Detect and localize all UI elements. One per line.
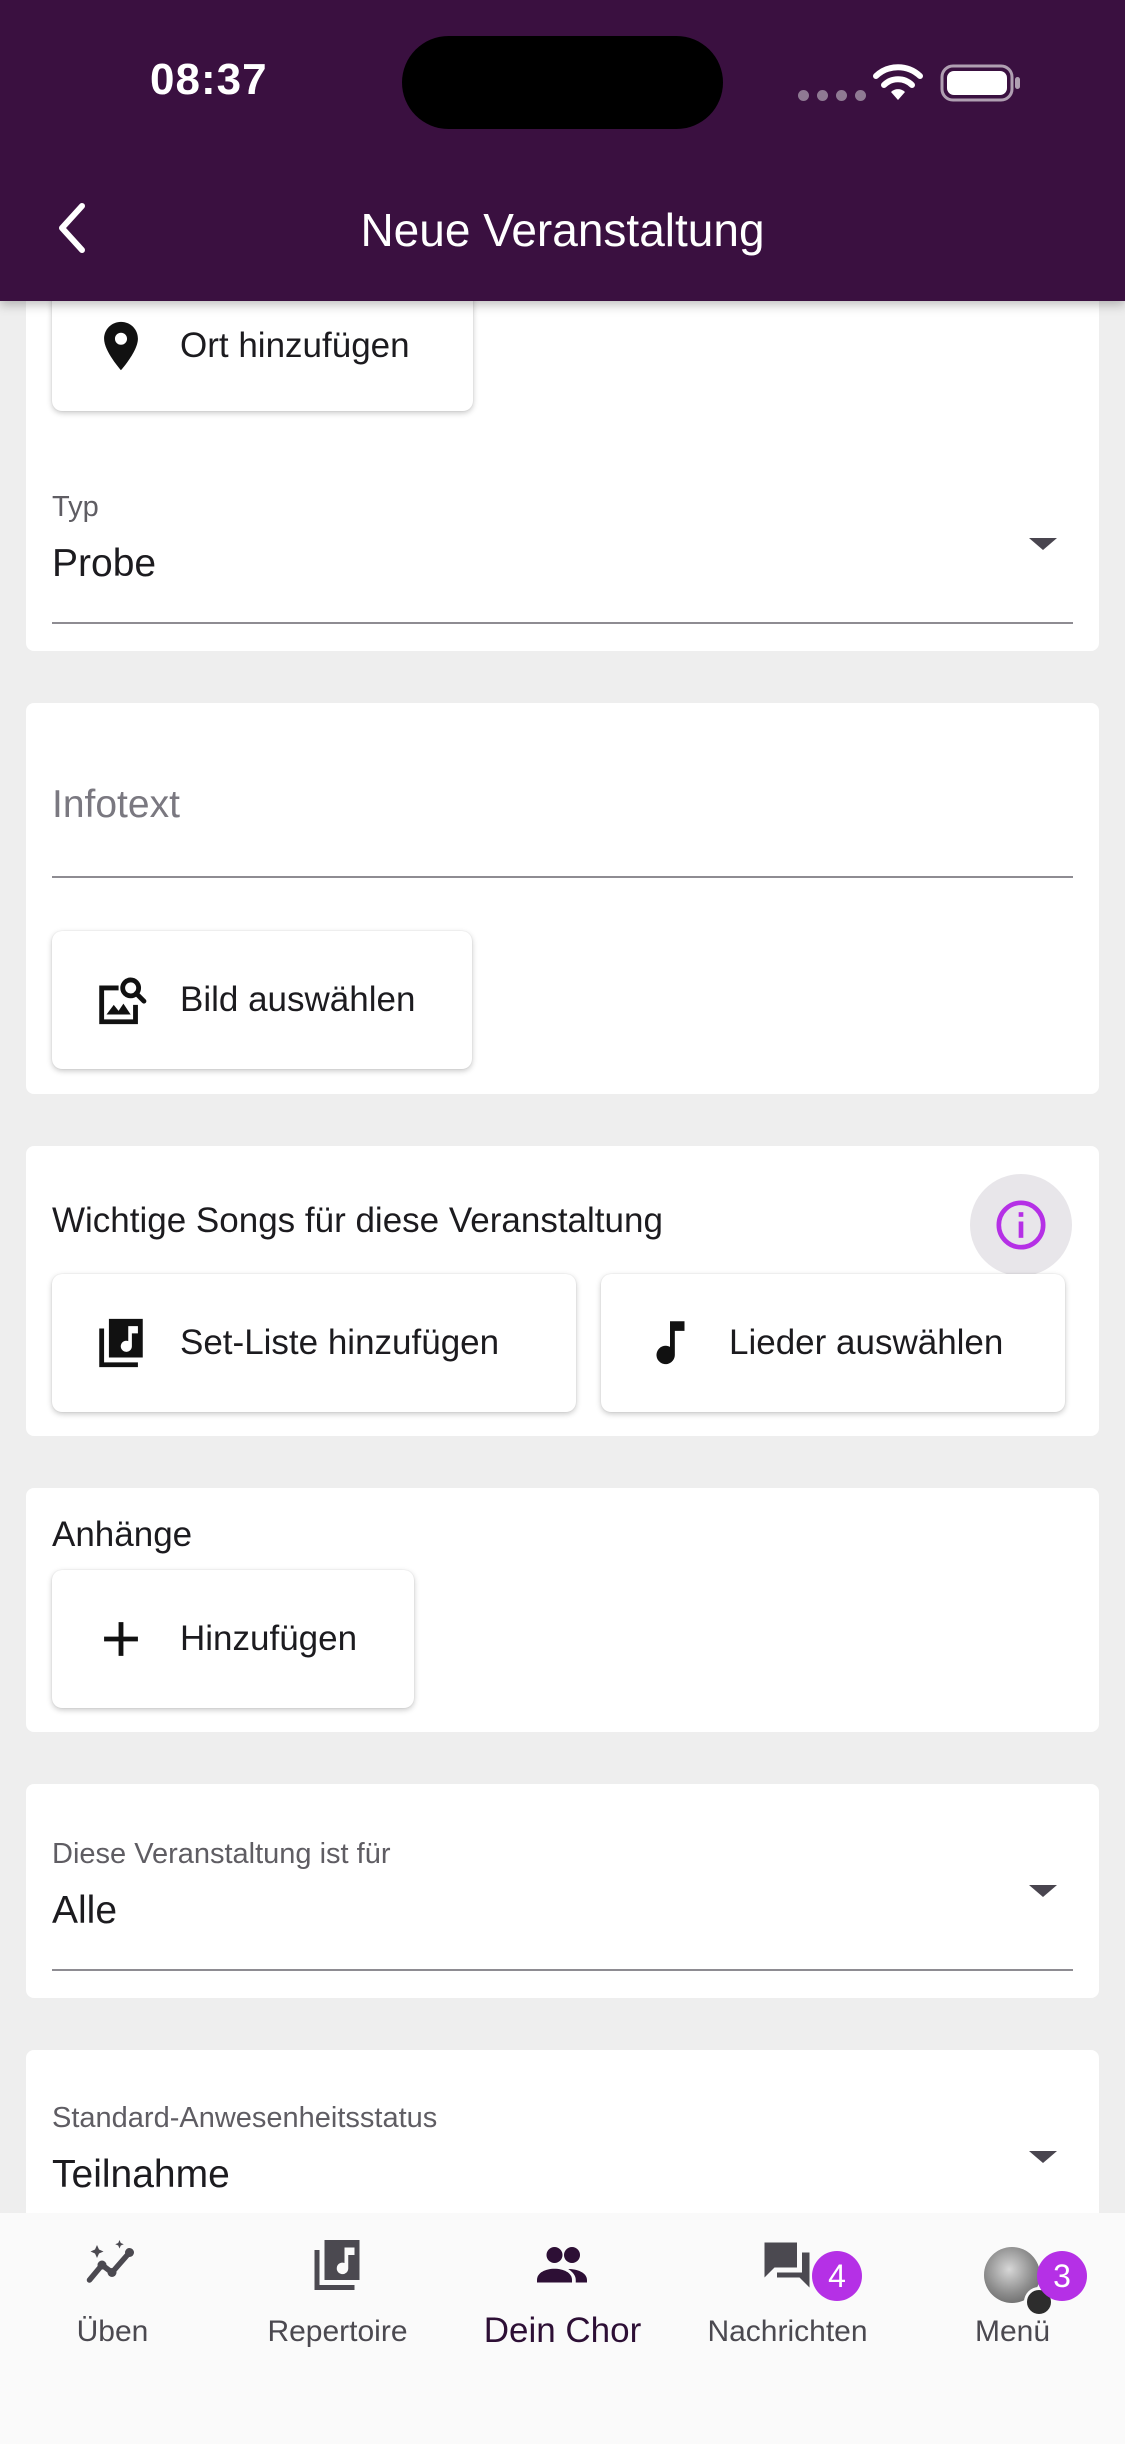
messages-badge: 4 bbox=[812, 2251, 862, 2301]
songs-info-button[interactable] bbox=[970, 1174, 1072, 1276]
audience-card: Diese Veranstaltung ist für Alle bbox=[26, 1784, 1099, 1998]
info-icon bbox=[996, 1200, 1046, 1250]
add-setlist-button[interactable]: Set-Liste hinzufügen bbox=[52, 1274, 576, 1412]
status-time: 08:37 bbox=[150, 55, 268, 104]
info-card: Infotext Bild auswählen bbox=[26, 703, 1099, 1094]
nav-label-practice: Üben bbox=[76, 2315, 149, 2348]
page-title: Neue Veranstaltung bbox=[360, 204, 765, 256]
nav-item-menu[interactable]: 3 Menü bbox=[900, 2235, 1125, 2365]
dropdown-arrow-icon[interactable] bbox=[1026, 1882, 1060, 1900]
songs-card: Wichtige Songs für diese Veranstaltung S… bbox=[26, 1146, 1099, 1436]
battery-icon bbox=[940, 64, 1020, 102]
wifi-icon bbox=[873, 64, 923, 100]
add-attachment-button[interactable]: Hinzufügen bbox=[52, 1570, 414, 1708]
audience-field-label: Diese Veranstaltung ist für bbox=[52, 1838, 391, 1870]
image-search-icon bbox=[99, 977, 147, 1025]
add-location-label: Ort hinzufügen bbox=[180, 325, 410, 365]
choose-image-label: Bild auswählen bbox=[180, 980, 416, 1019]
add-attachment-label: Hinzufügen bbox=[180, 1619, 358, 1658]
music-library-icon bbox=[314, 2240, 360, 2290]
type-field-label: Typ bbox=[52, 491, 99, 523]
chat-icon bbox=[764, 2242, 810, 2288]
type-field-underline bbox=[52, 622, 1073, 624]
attachments-section-title: Anhänge bbox=[52, 1515, 193, 1554]
screen: 08:37 Neue Veranstaltung Ort hinzufügen … bbox=[0, 0, 1125, 2444]
audience-field-underline bbox=[52, 1969, 1073, 1971]
practice-icon bbox=[86, 2240, 134, 2283]
nav-item-messages[interactable]: 4 Nachrichten bbox=[675, 2235, 900, 2365]
location-type-card: Ort hinzufügen Typ Probe bbox=[26, 280, 1099, 651]
choose-image-button[interactable]: Bild auswählen bbox=[52, 931, 472, 1069]
nav-label-menu: Menü bbox=[974, 2315, 1051, 2348]
nav-label-your-choir: Dein Chor bbox=[483, 2311, 642, 2350]
choose-songs-button[interactable]: Lieder auswählen bbox=[601, 1274, 1065, 1412]
nav-item-repertoire[interactable]: Repertoire bbox=[225, 2235, 450, 2365]
type-field-value[interactable]: Probe bbox=[52, 542, 156, 586]
signal-icon bbox=[798, 90, 866, 101]
music-note-icon bbox=[656, 1321, 685, 1365]
attendance-field-value[interactable]: Teilnahme bbox=[52, 2153, 230, 2197]
menu-badge: 3 bbox=[1037, 2251, 1087, 2301]
setlist-icon bbox=[99, 1318, 143, 1368]
audience-field-value[interactable]: Alle bbox=[52, 1889, 117, 1933]
nav-item-practice[interactable]: Üben bbox=[0, 2235, 225, 2365]
attachments-card: Anhänge Hinzufügen bbox=[26, 1488, 1099, 1732]
add-setlist-label: Set-Liste hinzufügen bbox=[180, 1323, 500, 1362]
group-icon bbox=[537, 2247, 587, 2283]
nav-label-repertoire: Repertoire bbox=[267, 2315, 408, 2348]
app-header: 08:37 Neue Veranstaltung bbox=[0, 0, 1125, 301]
location-pin-icon bbox=[104, 321, 138, 370]
choose-songs-label: Lieder auswählen bbox=[729, 1323, 1004, 1362]
dropdown-arrow-icon[interactable] bbox=[1026, 535, 1060, 553]
dynamic-island bbox=[402, 36, 723, 129]
bottom-navigation: Üben Repertoire Dein Chor 4 Nachrichten … bbox=[0, 2213, 1125, 2444]
plus-icon bbox=[104, 1622, 138, 1656]
infotext-underline bbox=[52, 876, 1073, 878]
infotext-input[interactable]: Infotext bbox=[52, 783, 180, 827]
nav-label-messages: Nachrichten bbox=[707, 2315, 868, 2348]
dropdown-arrow-icon[interactable] bbox=[1026, 2148, 1060, 2166]
attendance-field-label: Standard-Anwesenheitsstatus bbox=[52, 2102, 438, 2134]
songs-section-title: Wichtige Songs für diese Veranstaltung bbox=[52, 1201, 663, 1240]
nav-item-your-choir[interactable]: Dein Chor bbox=[450, 2235, 675, 2365]
